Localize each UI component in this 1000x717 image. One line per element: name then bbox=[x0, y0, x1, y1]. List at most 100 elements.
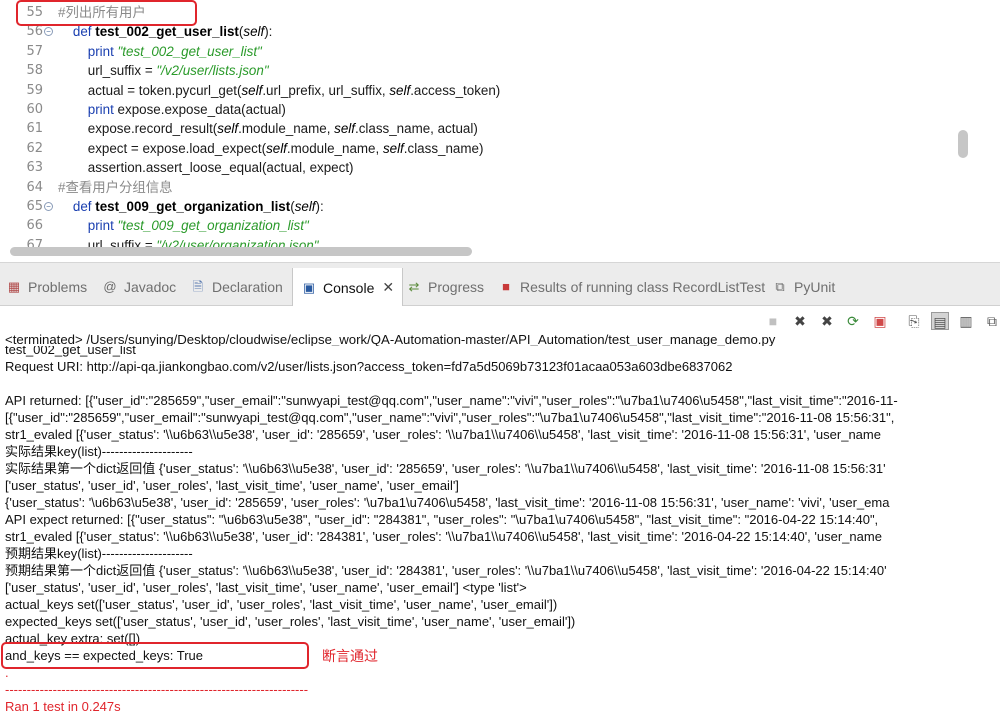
line-number: 65 bbox=[26, 199, 43, 214]
code-text: print "test_002_get_user_list" bbox=[58, 42, 262, 61]
display-console-icon[interactable]: ⧉ bbox=[983, 312, 1000, 330]
code-token: self bbox=[382, 140, 404, 156]
tab-problems[interactable]: ▦ Problems bbox=[6, 268, 87, 306]
code-token: .module_name, bbox=[286, 140, 383, 156]
console-process-label: <terminated> /Users/sunying/Desktop/clou… bbox=[5, 332, 776, 347]
code-line[interactable]: 60 print expose.expose_data(actual) bbox=[0, 100, 960, 119]
tab-label: Console bbox=[323, 279, 375, 296]
code-token: self bbox=[241, 82, 263, 98]
stop-icon[interactable]: ▣ bbox=[871, 312, 889, 330]
declaration-icon: 🗎 bbox=[192, 279, 204, 294]
line-gutter: 59 bbox=[0, 81, 54, 100]
code-token: .access_token) bbox=[410, 82, 501, 98]
annotation-highlight-box bbox=[16, 0, 197, 26]
code-line[interactable]: 59 actual = token.pycurl_get(self.url_pr… bbox=[0, 81, 960, 100]
console-line: Ran 1 test in 0.247s bbox=[5, 699, 121, 714]
code-token: self bbox=[243, 24, 265, 40]
tab-declaration[interactable]: 🗎 Declaration bbox=[190, 268, 283, 306]
line-number: 58 bbox=[26, 63, 43, 79]
code-token: self bbox=[389, 82, 411, 98]
code-editor[interactable]: 55 #列出所有用户 56− def test_002_get_user_list(… bbox=[0, 0, 1000, 262]
line-number: 59 bbox=[26, 82, 43, 98]
line-gutter: 58 bbox=[0, 61, 54, 80]
code-token: expose.record_result( bbox=[58, 121, 218, 137]
tab-progress[interactable]: ⇄ Progress bbox=[406, 268, 484, 306]
remove-launch-icon[interactable]: ✖ bbox=[791, 312, 809, 330]
code-token: "/v2/user/lists.json" bbox=[156, 63, 269, 79]
tab-label: PyUnit bbox=[794, 279, 836, 295]
code-token: .class_name) bbox=[403, 140, 484, 156]
fold-toggle-icon[interactable]: − bbox=[44, 202, 53, 211]
code-token: ): bbox=[315, 199, 324, 214]
code-token: assertion.assert_loose_equal(actual, exp… bbox=[58, 160, 354, 176]
tab-pyunit[interactable]: ⧉ PyUnit bbox=[772, 268, 835, 306]
code-line[interactable]: 62 expect = expose.load_expect(self.modu… bbox=[0, 139, 960, 158]
view-tab-bar: ▦ Problems @ Javadoc 🗎 Declaration ▣ Console ✕ ⇄ P… bbox=[0, 268, 1000, 307]
console-line: ----------------------------------------… bbox=[5, 682, 309, 697]
console-line: API returned: [{"user_id":"285659","user… bbox=[5, 393, 898, 408]
console-output[interactable]: test_002_get_user_list Request URI: http:… bbox=[0, 346, 1000, 717]
code-line[interactable]: 63 assertion.assert_loose_equal(actual, … bbox=[0, 158, 960, 177]
console-line: ['user_status', 'user_id', 'user_roles',… bbox=[5, 478, 459, 493]
terminate-icon[interactable]: ■ bbox=[764, 312, 782, 330]
scroll-lock-icon[interactable]: ▤ bbox=[931, 312, 949, 330]
code-text: assertion.assert_loose_equal(actual, exp… bbox=[58, 158, 354, 177]
code-token: #查看用户分组信息 bbox=[58, 179, 173, 195]
line-number: 60 bbox=[26, 102, 43, 117]
clear-console-icon[interactable]: ⎘ bbox=[905, 312, 923, 330]
line-gutter: 63 bbox=[0, 158, 54, 177]
line-number: 64 bbox=[26, 179, 43, 195]
code-line[interactable]: 65− def test_009_get_organization_list(s… bbox=[0, 197, 960, 216]
line-number: 62 bbox=[26, 140, 43, 156]
console-line: test_002_get_user_list bbox=[5, 346, 136, 357]
code-line[interactable]: 66 print "test_009_get_organization_list… bbox=[0, 216, 960, 235]
tab-label: Problems bbox=[28, 279, 88, 295]
code-token: print bbox=[87, 218, 118, 234]
code-text: expose.record_result(self.module_name, s… bbox=[58, 119, 478, 138]
remove-all-icon[interactable]: ✖ bbox=[818, 312, 836, 330]
problems-icon: ▦ bbox=[7, 279, 21, 294]
console-line: str1_evaled [{'user_status': '\\u6b63\\u… bbox=[5, 529, 882, 544]
fold-toggle-icon[interactable]: − bbox=[44, 27, 53, 37]
console-line: actual_keys set(['user_status', 'user_id… bbox=[5, 597, 558, 612]
tab-console[interactable]: ▣ Console ✕ bbox=[292, 268, 404, 307]
console-line: 预期结果key(list)--------------------- bbox=[5, 546, 193, 561]
code-token: url_suffix = bbox=[58, 63, 157, 79]
tab-results[interactable]: ■ Results of running class RecordListTest bbox=[498, 268, 765, 306]
code-line[interactable]: 58 url_suffix = "/v2/user/lists.json" bbox=[0, 61, 960, 80]
code-token: print bbox=[87, 43, 118, 59]
code-token: test_002_get_user_list bbox=[95, 24, 239, 40]
console-line: Request URI: http://api-qa.jiankongbao.c… bbox=[5, 359, 733, 374]
pin-console-icon[interactable]: ▥ bbox=[957, 312, 975, 330]
editor-vertical-scrollbar[interactable] bbox=[958, 130, 968, 158]
results-icon: ■ bbox=[502, 279, 510, 294]
line-number: 66 bbox=[26, 218, 43, 234]
tab-javadoc[interactable]: @ Javadoc bbox=[102, 268, 176, 306]
code-text: expect = expose.load_expect(self.module_… bbox=[58, 139, 484, 158]
code-token: "test_002_get_user_list" bbox=[117, 43, 262, 59]
code-token: self bbox=[266, 140, 287, 156]
code-line[interactable]: 61 expose.record_result(self.module_name… bbox=[0, 119, 960, 138]
run-again-icon[interactable]: ⟳ bbox=[844, 312, 862, 330]
tab-label: Javadoc bbox=[124, 279, 177, 295]
console-line: 实际结果key(list)--------------------- bbox=[5, 444, 193, 459]
code-token: self bbox=[217, 121, 239, 137]
console-header: ■ ✖ ✖ ⟳ ▣ ⎘ ▤ ▥ ⧉ <terminated> /Users/sunying/De… bbox=[0, 306, 1000, 350]
code-token: def bbox=[72, 199, 96, 214]
console-icon: ▣ bbox=[302, 279, 316, 295]
console-line: [{"user_id":"285659","user_email":"sunwy… bbox=[5, 410, 895, 425]
javadoc-icon: @ bbox=[103, 279, 117, 294]
code-line[interactable]: 64 #查看用户分组信息 bbox=[0, 178, 960, 197]
assert-pass-note: 断言通过 bbox=[322, 648, 378, 664]
code-text: actual = token.pycurl_get(self.url_prefi… bbox=[58, 81, 501, 100]
code-line[interactable]: 57 print "test_002_get_user_list" bbox=[0, 42, 960, 61]
editor-horizontal-scrollbar[interactable] bbox=[10, 247, 472, 256]
code-token: self bbox=[294, 199, 316, 214]
line-number: 61 bbox=[26, 121, 43, 137]
close-tab-icon[interactable]: ✕ bbox=[382, 279, 394, 296]
